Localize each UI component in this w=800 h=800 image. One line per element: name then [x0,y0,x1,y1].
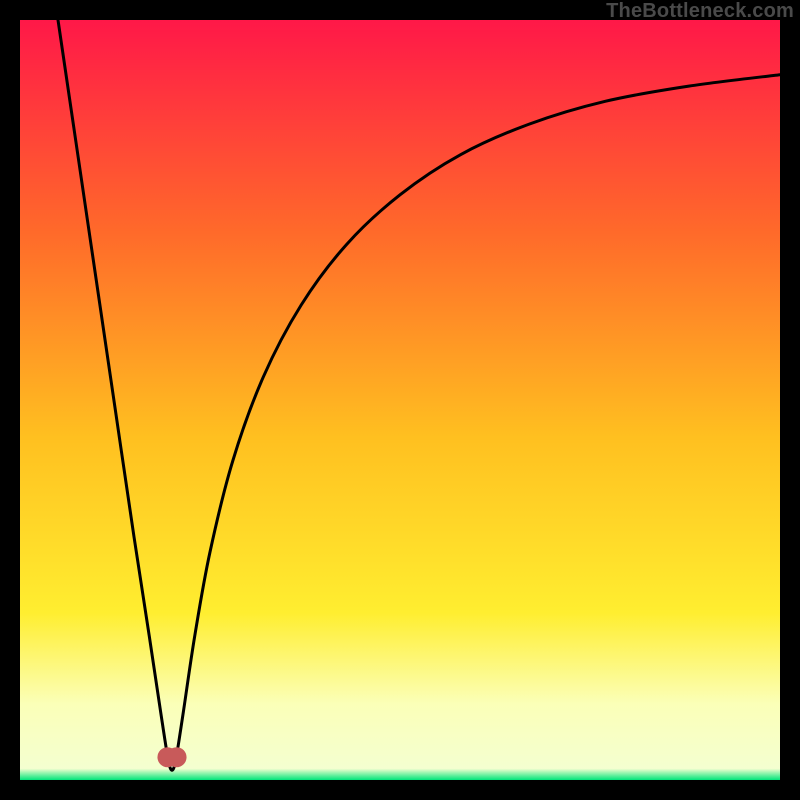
chart-frame [20,20,780,780]
plot-layer [20,20,780,780]
valley-markers [157,747,186,767]
bottleneck-curve [58,20,780,770]
valley-marker [167,747,187,767]
